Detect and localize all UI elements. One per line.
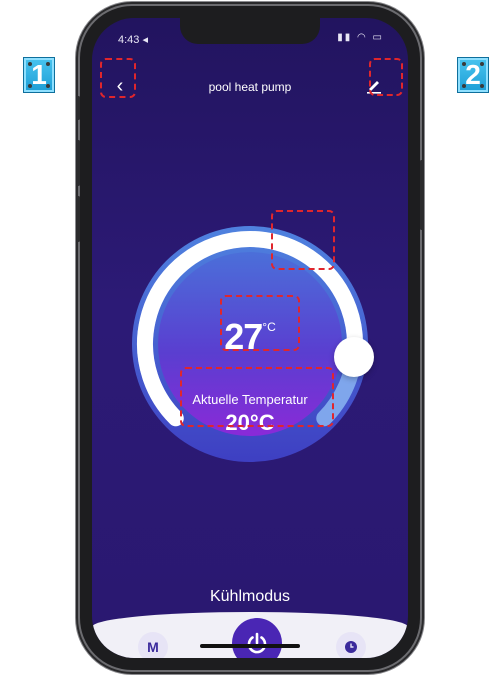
notch xyxy=(180,18,320,44)
mute-switch xyxy=(77,96,80,120)
highlight-edit-button xyxy=(369,58,403,96)
highlight-dial-knob xyxy=(271,210,335,270)
power-icon xyxy=(247,632,267,654)
mode-button-label: M xyxy=(147,639,159,655)
callout-badge-1: 1 xyxy=(23,57,55,93)
highlight-current-temperature xyxy=(180,367,334,427)
mode-label: Kühlmodus xyxy=(209,588,291,605)
clock-icon xyxy=(345,641,357,653)
callout-badge-2: 2 xyxy=(457,57,489,93)
page-title: pool heat pump xyxy=(208,80,292,94)
home-indicator xyxy=(200,644,300,648)
highlight-set-temperature xyxy=(220,295,300,351)
side-button xyxy=(420,160,423,230)
highlight-back-button xyxy=(100,58,136,98)
timer-button[interactable] xyxy=(336,632,366,658)
status-time: 4:43 ◂ xyxy=(118,34,148,46)
volume-up-button xyxy=(77,140,80,186)
mode-button[interactable]: M xyxy=(138,632,168,658)
status-icons: ▮▮ ◠ ▭ xyxy=(337,32,384,43)
volume-down-button xyxy=(77,196,80,242)
